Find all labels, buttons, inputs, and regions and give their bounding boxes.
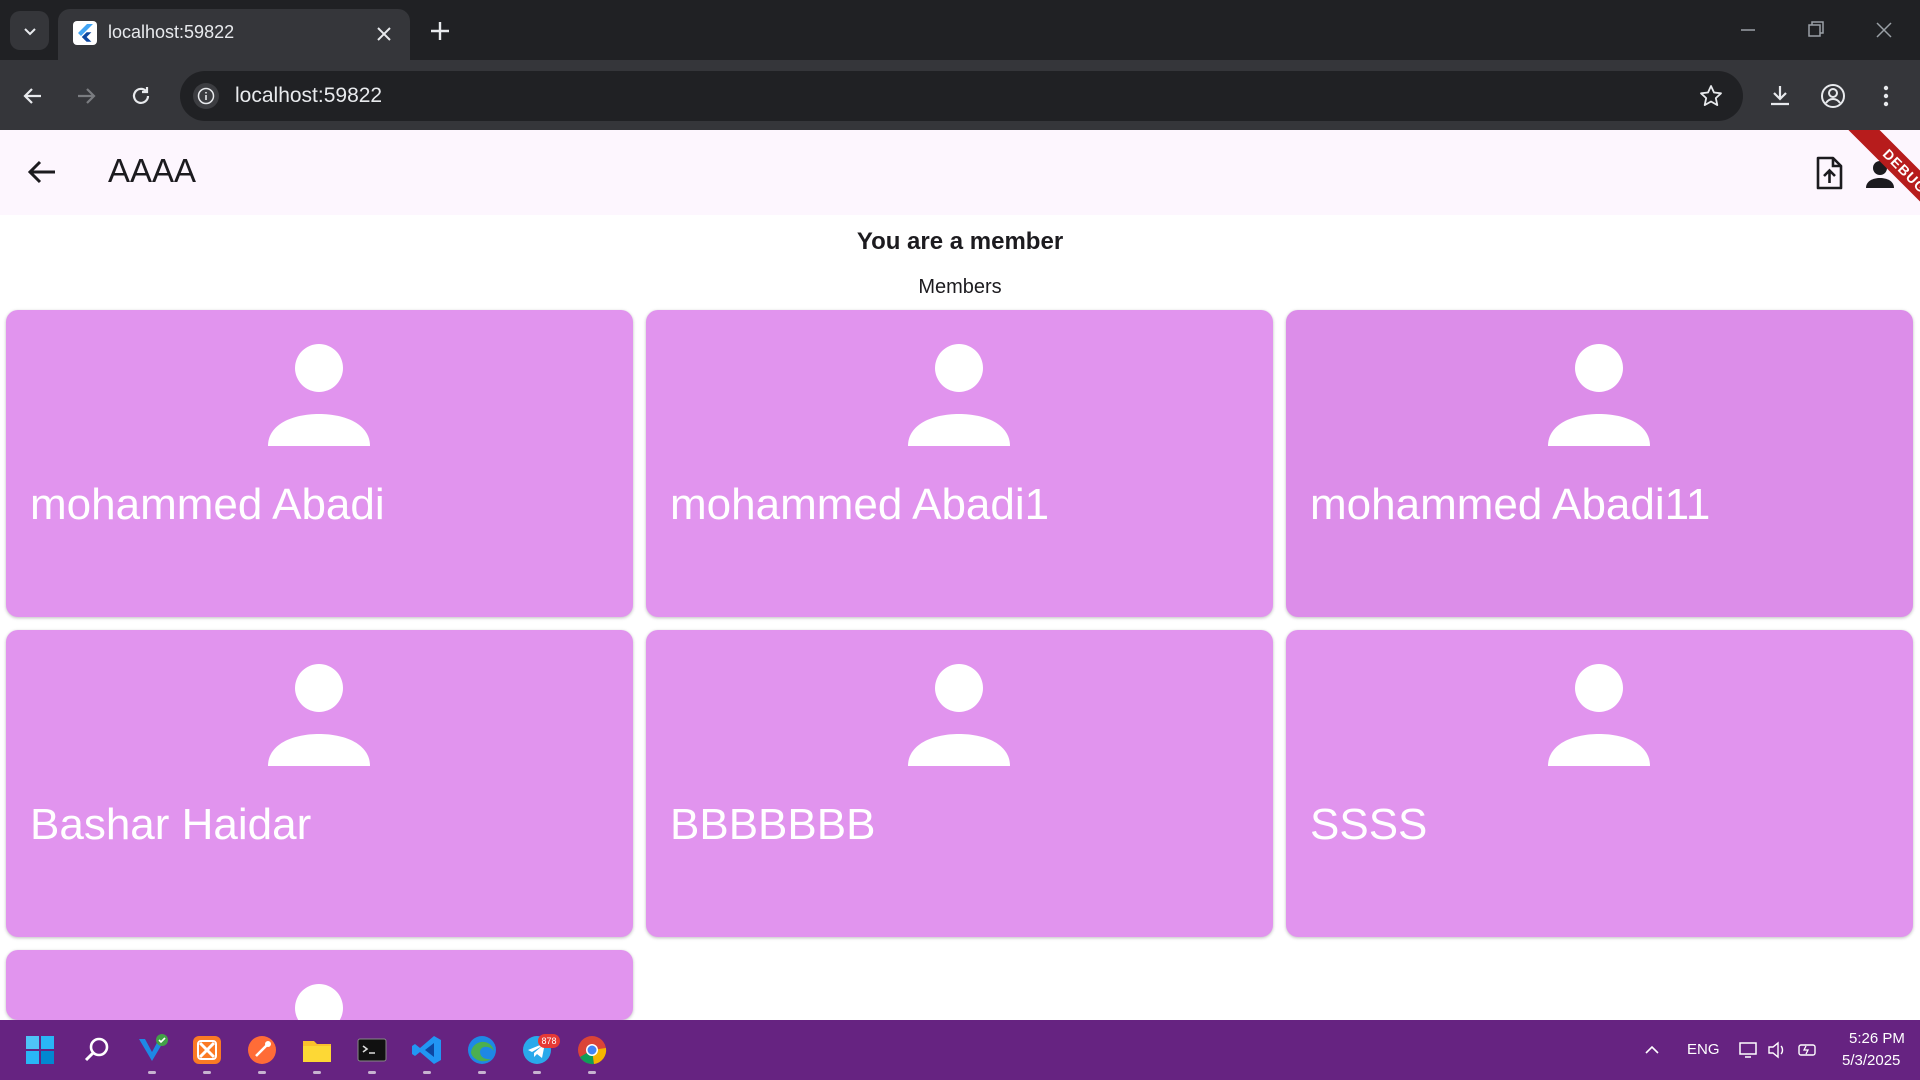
- member-card[interactable]: mohammed Abadi1: [646, 310, 1273, 617]
- chrome-icon[interactable]: [575, 1033, 609, 1067]
- browser-tabstrip: localhost:59822: [0, 0, 1920, 60]
- close-tab-icon[interactable]: [372, 22, 396, 46]
- volume-icon[interactable]: [1766, 1040, 1788, 1060]
- clock-date[interactable]: 5/3/2025: [1842, 1052, 1900, 1069]
- running-indicator: [588, 1071, 596, 1074]
- clock-time[interactable]: 5:26 PM: [1849, 1030, 1905, 1047]
- member-card[interactable]: SSSS: [1286, 630, 1913, 937]
- member-card[interactable]: Bashar Haidar: [6, 630, 633, 937]
- chevron-down-icon: [23, 27, 36, 35]
- browser-toolbar: localhost:59822: [0, 60, 1920, 130]
- running-indicator: [368, 1071, 376, 1074]
- info-icon: [197, 87, 215, 105]
- postman-icon[interactable]: [245, 1033, 279, 1067]
- search-icon[interactable]: [80, 1033, 114, 1067]
- close-window-icon[interactable]: [1866, 12, 1902, 48]
- chevron-up-icon[interactable]: [1643, 1041, 1661, 1059]
- member-name: BBBBBBB: [670, 800, 876, 849]
- bookmark-star-icon[interactable]: [1697, 82, 1725, 110]
- arrow-left-icon: [23, 88, 41, 104]
- vscode-insiders-icon[interactable]: [135, 1033, 169, 1067]
- reload-icon: [132, 87, 150, 104]
- app-bar: AAAA: [0, 130, 1920, 215]
- membership-status: You are a member: [856, 228, 1064, 255]
- member-name: mohammed Abadi11: [1310, 480, 1711, 529]
- person-icon: [908, 664, 1010, 766]
- person-icon: [908, 344, 1010, 446]
- more-vert-icon: [1883, 85, 1889, 107]
- arrow-back-icon[interactable]: [22, 152, 62, 192]
- telegram-unread-badge: 878: [538, 1034, 560, 1048]
- member-name: mohammed Abadi1: [670, 480, 1050, 529]
- browser-tab[interactable]: localhost:59822: [58, 9, 410, 60]
- download-icon: [1771, 86, 1789, 106]
- running-indicator: [533, 1071, 541, 1074]
- windows-taskbar: ENG 5:26 PM 5/3/2025: [0, 1020, 1920, 1080]
- member-name: SSSS: [1310, 800, 1428, 849]
- person-icon: [295, 984, 343, 1020]
- arrow-right-icon: [78, 88, 96, 104]
- edge-icon[interactable]: [465, 1033, 499, 1067]
- minimize-icon[interactable]: [1730, 12, 1766, 48]
- vscode-icon[interactable]: [410, 1033, 444, 1067]
- new-tab-icon[interactable]: [425, 16, 455, 46]
- url-text[interactable]: localhost:59822: [235, 84, 382, 108]
- profile-button[interactable]: [1815, 78, 1851, 114]
- member-card[interactable]: BBBBBBB: [646, 630, 1273, 937]
- running-indicator: [148, 1071, 156, 1074]
- debug-banner: DEBUG: [1815, 130, 1920, 235]
- person-icon: [1548, 664, 1650, 766]
- member-name: mohammed Abadi: [30, 480, 385, 529]
- tab-search-button[interactable]: [10, 11, 49, 50]
- terminal-icon[interactable]: [355, 1033, 389, 1067]
- running-indicator: [313, 1071, 321, 1074]
- file-explorer-icon[interactable]: [300, 1033, 334, 1067]
- member-name: Bashar Haidar: [30, 800, 312, 849]
- member-card[interactable]: mohammed Abadi11: [1286, 310, 1913, 617]
- page-title: AAAA: [108, 152, 197, 189]
- person-icon: [268, 664, 370, 766]
- address-bar[interactable]: localhost:59822: [180, 71, 1743, 121]
- person-icon: [268, 344, 370, 446]
- windows-start-icon[interactable]: [23, 1033, 57, 1067]
- running-indicator: [203, 1071, 211, 1074]
- xampp-icon[interactable]: [190, 1033, 224, 1067]
- member-card[interactable]: [6, 950, 633, 1020]
- network-icon[interactable]: [1738, 1040, 1760, 1060]
- battery-icon[interactable]: [1797, 1040, 1819, 1060]
- person-icon: [1548, 344, 1650, 446]
- restore-icon[interactable]: [1798, 12, 1834, 48]
- tab-title: localhost:59822: [108, 22, 235, 42]
- forward-button[interactable]: [68, 78, 104, 114]
- downloads-button[interactable]: [1762, 78, 1798, 114]
- account-circle-icon: [1821, 84, 1845, 108]
- running-indicator: [478, 1071, 486, 1074]
- section-title: Members: [918, 276, 1002, 298]
- language-indicator[interactable]: ENG: [1687, 1041, 1720, 1058]
- running-indicator: [258, 1071, 266, 1074]
- reload-button[interactable]: [123, 78, 159, 114]
- debug-banner-label: DEBUG: [1840, 130, 1920, 235]
- site-info-button[interactable]: [193, 83, 219, 109]
- flutter-favicon-icon: [73, 21, 97, 45]
- back-button[interactable]: [15, 78, 51, 114]
- running-indicator: [423, 1071, 431, 1074]
- browser-menu-button[interactable]: [1868, 78, 1904, 114]
- member-card[interactable]: mohammed Abadi: [6, 310, 633, 617]
